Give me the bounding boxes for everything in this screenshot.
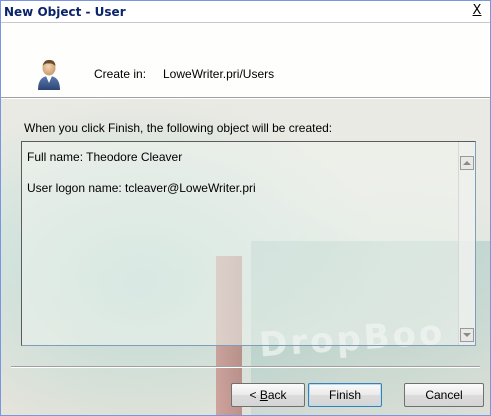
back-mnemonic: B [259, 388, 268, 402]
scroll-down-button[interactable] [460, 328, 474, 342]
summary-textbox[interactable]: Full name: Theodore Cleaver User logon n… [21, 141, 476, 346]
footer-divider [11, 366, 480, 368]
back-rest: ack [267, 388, 287, 402]
vertical-scrollbar[interactable] [458, 142, 475, 345]
close-button[interactable]: X [469, 3, 485, 19]
scroll-up-button[interactable] [460, 156, 474, 170]
header-divider [1, 97, 490, 99]
scroll-down-arrow-icon [463, 333, 471, 337]
finish-button[interactable]: Finish [308, 383, 382, 407]
back-button[interactable]: < Back [231, 383, 305, 407]
summary-logon-name: User logon name: tcleaver@LoweWriter.pri [27, 181, 256, 195]
back-prefix: < [249, 388, 260, 402]
summary-intro-text: When you click Finish, the following obj… [24, 121, 333, 135]
create-in-path: LoweWriter.pri/Users [163, 67, 275, 81]
window-title: New Object - User [4, 4, 126, 19]
dialog-header: Create in: LoweWriter.pri/Users [1, 23, 490, 97]
create-in-label: Create in: [94, 67, 147, 81]
scroll-up-arrow-icon [463, 161, 471, 165]
new-object-user-dialog: DropBoo New Object - User X Create in: L… [0, 0, 491, 416]
title-bar[interactable]: New Object - User X [1, 1, 490, 23]
user-icon [38, 59, 60, 90]
summary-full-name: Full name: Theodore Cleaver [27, 150, 183, 164]
cancel-button[interactable]: Cancel [404, 383, 484, 407]
